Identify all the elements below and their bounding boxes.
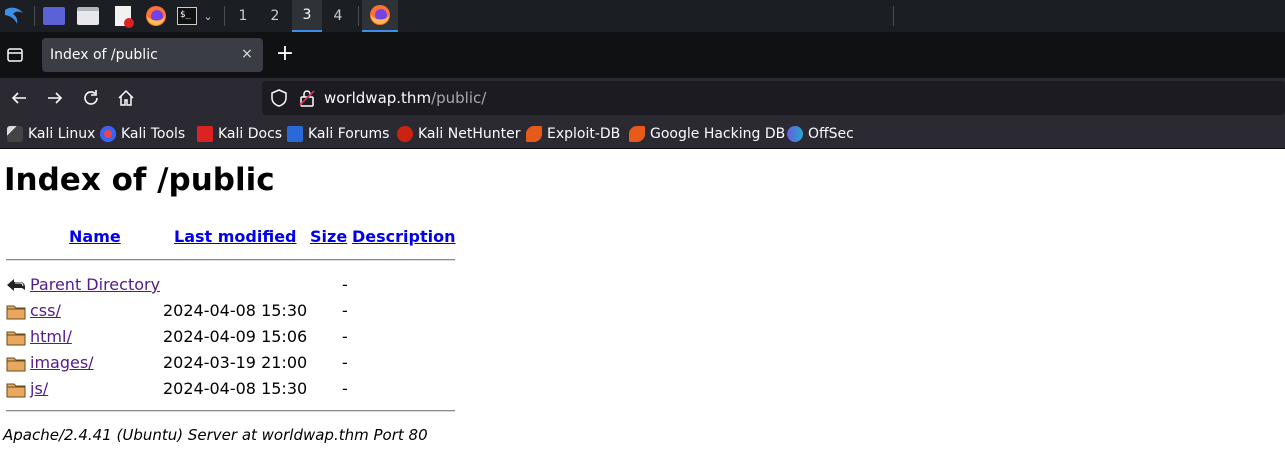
- tab-index-of-public[interactable]: Index of /public ×: [42, 38, 263, 72]
- firefox-icon: [370, 5, 390, 25]
- ghdb-icon: [629, 126, 645, 142]
- list-item-size: -: [342, 301, 348, 320]
- bookmark-kali-docs[interactable]: Kali Docs: [197, 125, 282, 143]
- list-item-size: -: [342, 353, 348, 372]
- taskbar: $_ ⌄ 1 2 3 4: [0, 0, 1285, 32]
- shield-icon[interactable]: [270, 89, 288, 111]
- folder-icon: [6, 353, 26, 373]
- chevron-down-icon[interactable]: ⌄: [200, 0, 216, 32]
- url-bar[interactable]: worldwap.thm/public/: [262, 81, 1285, 115]
- back-button[interactable]: [8, 87, 30, 109]
- column-header-size[interactable]: Size: [310, 227, 347, 246]
- bookmark-kali-forums[interactable]: Kali Forums: [287, 125, 389, 143]
- nethunter-icon: [397, 126, 413, 142]
- new-tab-button[interactable]: +: [274, 43, 296, 66]
- column-header-last-modified[interactable]: Last modified: [174, 227, 297, 246]
- arrow-right-icon: [48, 92, 63, 104]
- list-item-date: 2024-03-19 21:00: [163, 353, 308, 372]
- back-icon: [6, 274, 26, 294]
- bookmark-google-hacking-db[interactable]: Google Hacking DB: [629, 125, 785, 143]
- close-tab-icon[interactable]: ×: [239, 46, 255, 62]
- file-manager-icon[interactable]: [76, 0, 100, 32]
- bookmark-kali-tools[interactable]: Kali Tools: [100, 125, 185, 143]
- bookmark-kali-linux[interactable]: Kali Linux: [7, 125, 95, 143]
- kali-tools-icon: [100, 126, 116, 142]
- bookmarks-toolbar: Kali Linux Kali Tools Kali Docs Kali For…: [0, 118, 1285, 149]
- list-item-link[interactable]: Parent Directory: [30, 275, 160, 294]
- terminal-icon[interactable]: $_: [175, 0, 199, 32]
- home-button[interactable]: [115, 87, 137, 109]
- kali-dragon-icon: [7, 126, 23, 142]
- server-signature: Apache/2.4.41 (Ubuntu) Server at worldwa…: [3, 426, 428, 444]
- list-item-link[interactable]: js/: [30, 379, 48, 398]
- list-item-link[interactable]: images/: [30, 353, 94, 372]
- list-item-date: 2024-04-09 15:06: [163, 327, 308, 346]
- reload-button[interactable]: [80, 87, 102, 109]
- text-editor-icon[interactable]: [111, 0, 135, 32]
- exploit-db-icon: [526, 126, 542, 142]
- offsec-icon: [787, 126, 803, 142]
- list-item-date: 2024-04-08 15:30: [163, 379, 308, 398]
- forward-button[interactable]: [44, 87, 66, 109]
- bookmark-exploit-db[interactable]: Exploit-DB: [526, 125, 620, 143]
- firefox-window-button[interactable]: [362, 0, 398, 32]
- divider: [6, 410, 455, 412]
- bookmark-kali-nethunter[interactable]: Kali NetHunter: [397, 125, 520, 143]
- navigation-bar: worldwap.thm/public/: [0, 78, 1285, 118]
- bookmark-offsec[interactable]: OffSec: [787, 125, 854, 143]
- page-content: Index of /public Name Last modified Size…: [0, 150, 1285, 449]
- list-all-tabs-icon[interactable]: [5, 45, 25, 65]
- tab-bar: Index of /public × +: [0, 32, 1285, 78]
- list-item-size: -: [342, 275, 348, 294]
- show-desktop-icon[interactable]: [42, 0, 66, 32]
- workspace-3[interactable]: 3: [292, 0, 322, 32]
- divider: [6, 259, 455, 261]
- tab-title: Index of /public: [50, 47, 158, 63]
- url-text: worldwap.thm/public/: [324, 89, 487, 107]
- home-icon: [118, 89, 134, 106]
- column-header-description[interactable]: Description: [352, 227, 455, 246]
- workspace-2[interactable]: 2: [260, 0, 290, 32]
- column-header-name[interactable]: Name: [69, 227, 121, 246]
- list-item-link[interactable]: html/: [30, 327, 72, 346]
- list-item-size: -: [342, 327, 348, 346]
- list-item-link[interactable]: css/: [30, 301, 61, 320]
- arrow-left-icon: [11, 92, 26, 104]
- firefox-launcher-icon[interactable]: [143, 0, 169, 32]
- list-item-size: -: [342, 379, 348, 398]
- kali-menu-icon[interactable]: [0, 0, 28, 32]
- insecure-lock-icon[interactable]: [298, 89, 316, 111]
- folder-icon: [6, 379, 26, 399]
- kali-docs-icon: [197, 126, 213, 142]
- workspace-1[interactable]: 1: [228, 0, 258, 32]
- folder-icon: [6, 327, 26, 347]
- page-title: Index of /public: [4, 162, 275, 198]
- list-item-date: 2024-04-08 15:30: [163, 301, 308, 320]
- folder-icon: [6, 301, 26, 321]
- reload-icon: [84, 90, 98, 105]
- kali-forums-icon: [287, 126, 303, 142]
- workspace-4[interactable]: 4: [323, 0, 353, 32]
